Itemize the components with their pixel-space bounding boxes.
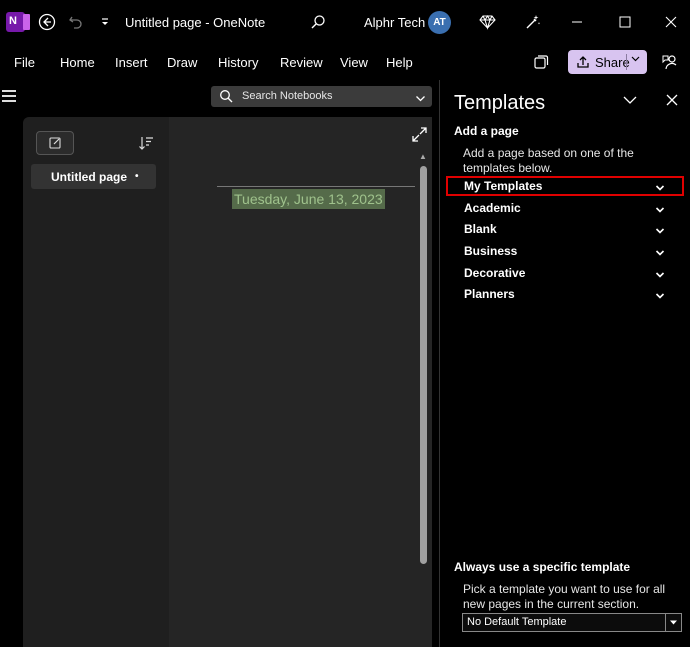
minimize-icon[interactable] (566, 11, 588, 33)
share-divider (626, 54, 627, 70)
chevron-down-icon (655, 223, 665, 241)
template-category-label: Blank (464, 222, 497, 236)
scrollbar-thumb[interactable] (420, 166, 427, 564)
add-page-description: Add a page based on one of the templates… (463, 146, 634, 175)
sort-pages-icon[interactable] (138, 135, 154, 156)
new-page-icon (49, 137, 61, 149)
search-icon (219, 89, 233, 108)
template-category-label: Decorative (464, 266, 526, 280)
template-category-label: Planners (464, 287, 515, 301)
page-item-label: Untitled page (51, 169, 128, 184)
menu-draw[interactable]: Draw (167, 55, 197, 70)
menu-file[interactable]: File (14, 55, 35, 70)
menu-insert[interactable]: Insert (115, 55, 148, 70)
template-category-business[interactable]: Business (446, 241, 684, 261)
maximize-icon[interactable] (614, 11, 636, 33)
menu-history[interactable]: History (218, 55, 258, 70)
template-category-label: Business (464, 244, 518, 258)
add-page-heading: Add a page (454, 124, 519, 138)
share-button[interactable]: Share (568, 50, 647, 74)
feedback-icon[interactable] (659, 51, 681, 73)
template-category-decorative[interactable]: Decorative (446, 263, 684, 283)
avatar[interactable]: AT (428, 11, 451, 34)
search-placeholder: Search Notebooks (242, 90, 333, 102)
chevron-down-icon (655, 267, 665, 285)
search-notebooks-input[interactable]: Search Notebooks (211, 86, 432, 107)
menu-help[interactable]: Help (386, 55, 413, 70)
close-pane-icon[interactable] (665, 93, 679, 112)
window-title: Untitled page - OneNote (125, 15, 266, 30)
chevron-down-icon (655, 180, 665, 198)
pages-pane (23, 117, 169, 647)
search-icon[interactable] (307, 11, 329, 33)
unsaved-marker: • (135, 171, 139, 182)
sticky-notes-icon[interactable] (530, 51, 552, 73)
page-title-underline (217, 186, 415, 187)
user-name[interactable]: Alphr Tech (364, 15, 425, 30)
template-category-planners[interactable]: Planners (446, 284, 684, 304)
share-icon (576, 55, 590, 69)
title-bar: N Untitled page - OneNote Alphr Tech AT (0, 0, 690, 46)
close-window-icon[interactable] (660, 11, 682, 33)
expand-icon[interactable] (412, 127, 427, 147)
premium-diamond-icon[interactable] (476, 11, 498, 33)
pane-options-chevron-icon[interactable] (622, 93, 638, 112)
default-template-heading: Always use a specific template (454, 560, 631, 574)
page-date[interactable]: Tuesday, June 13, 2023 (232, 189, 385, 209)
quick-access-menu-icon[interactable] (94, 11, 116, 33)
default-template-select[interactable]: No Default Template (462, 613, 682, 632)
share-label: Share (595, 54, 630, 70)
page-item[interactable]: Untitled page • (31, 164, 156, 189)
dropdown-arrow-icon[interactable] (665, 614, 681, 631)
templates-pane-title: Templates (454, 92, 546, 114)
add-page-button[interactable] (36, 131, 74, 155)
chevron-down-icon (655, 245, 665, 263)
template-category-label: My Templates (464, 179, 543, 193)
pane-divider[interactable] (439, 80, 440, 647)
menu-view[interactable]: View (340, 55, 368, 70)
menu-home[interactable]: Home (60, 55, 95, 70)
default-template-value: No Default Template (467, 616, 567, 628)
template-category-my-templates[interactable]: My Templates (446, 176, 684, 196)
chevron-down-icon (655, 288, 665, 306)
back-icon[interactable] (36, 11, 58, 33)
default-template-description: Pick a template you want to use for all … (463, 582, 666, 611)
scroll-up-icon[interactable]: ▲ (419, 152, 427, 161)
chevron-down-icon (655, 202, 665, 220)
search-scope-chevron-icon[interactable] (415, 91, 426, 109)
template-category-label: Academic (464, 201, 521, 215)
coauthor-wand-icon[interactable] (521, 11, 543, 33)
navigation-menu-icon[interactable] (2, 90, 16, 102)
template-category-academic[interactable]: Academic (446, 198, 684, 218)
template-category-blank[interactable]: Blank (446, 219, 684, 239)
menu-review[interactable]: Review (280, 55, 323, 70)
share-options-chevron-icon[interactable] (631, 54, 640, 66)
undo-icon[interactable] (65, 11, 87, 33)
onenote-logo-icon: N (6, 12, 30, 32)
